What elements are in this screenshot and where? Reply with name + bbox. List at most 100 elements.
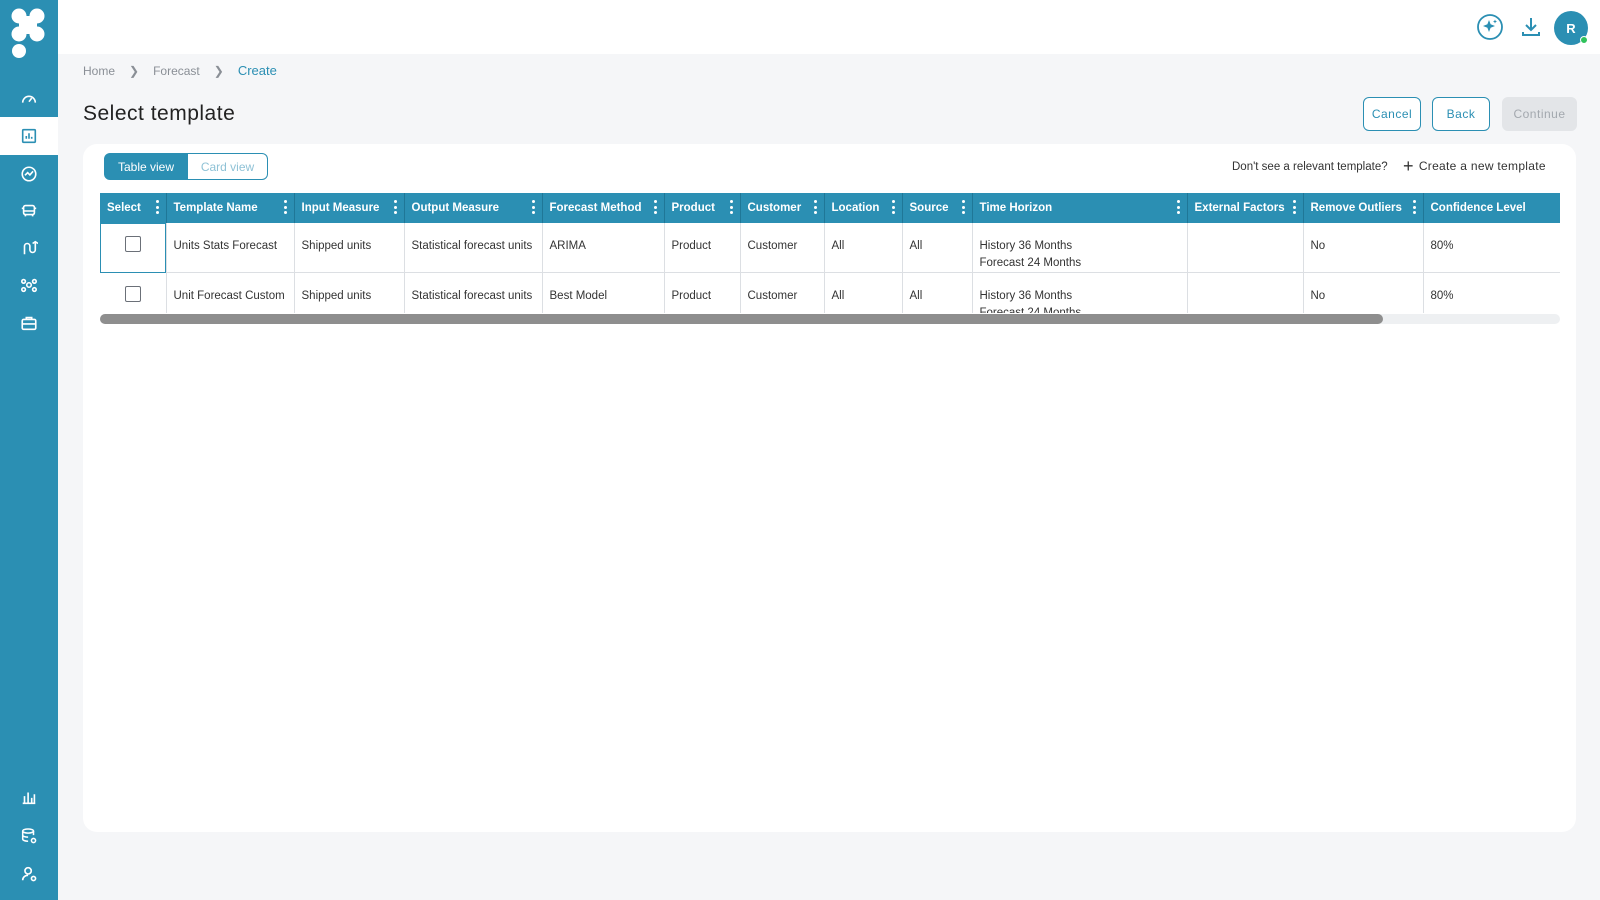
column-menu-icon[interactable] <box>156 200 160 214</box>
remove-outliers-cell: No <box>1303 223 1424 273</box>
nav-user-admin[interactable] <box>0 855 58 893</box>
column-header-remove-outliers[interactable]: Remove Outliers <box>1303 193 1424 223</box>
forecast-method-cell: Best Model <box>542 272 665 313</box>
card-view-tab[interactable]: Card view <box>188 153 268 180</box>
nav-logistics[interactable] <box>0 192 58 230</box>
location-cell: All <box>824 223 903 273</box>
output-measure-cell: Statistical forecast units <box>404 272 543 313</box>
time-horizon-cell: History 36 Months Forecast 24 Months <box>972 223 1188 273</box>
breadcrumb-current: Create <box>237 63 277 78</box>
column-header-source[interactable]: Source <box>902 193 973 223</box>
column-header-external-factors[interactable]: External Factors <box>1187 193 1304 223</box>
nav-flows[interactable] <box>0 229 58 267</box>
template-name-cell: Unit Forecast Custom <box>166 272 295 313</box>
sidebar <box>0 0 58 900</box>
external-factors-cell <box>1187 272 1304 313</box>
template-card: Table view Card view Don't see a relevan… <box>83 144 1576 832</box>
customer-cell: Customer <box>740 272 825 313</box>
create-new-template-label: Create a new template <box>1418 159 1546 173</box>
column-header-select[interactable]: Select <box>100 193 167 223</box>
column-menu-icon[interactable] <box>962 200 966 214</box>
source-cell: All <box>902 223 973 273</box>
column-header-location[interactable]: Location <box>824 193 903 223</box>
download-button[interactable] <box>1516 12 1546 42</box>
ai-assistant-button[interactable] <box>1475 12 1505 42</box>
table-row[interactable]: Unit Forecast Custom Shipped units Stati… <box>100 272 1560 313</box>
column-header-template-name[interactable]: Template Name <box>166 193 295 223</box>
chevron-right-icon: ❯ <box>129 63 140 78</box>
nav-portfolio[interactable] <box>0 304 58 342</box>
view-toggle: Table view Card view <box>104 153 268 180</box>
remove-outliers-cell: No <box>1303 272 1424 313</box>
top-bar <box>58 0 1600 54</box>
template-name-cell: Units Stats Forecast <box>166 223 295 273</box>
column-menu-icon[interactable] <box>1177 200 1181 214</box>
scrollbar-thumb[interactable] <box>100 314 1383 324</box>
column-menu-icon[interactable] <box>284 200 288 214</box>
column-menu-icon[interactable] <box>892 200 896 214</box>
select-cell[interactable] <box>100 223 167 273</box>
time-horizon-cell: History 36 Months Forecast 24 Months <box>972 272 1188 313</box>
time-horizon-forecast: Forecast 24 Months <box>979 257 1082 269</box>
column-header-confidence-level[interactable]: Confidence Level <box>1423 193 1560 223</box>
database-settings-icon <box>21 828 37 844</box>
input-measure-cell: Shipped units <box>294 223 405 273</box>
output-measure-cell: Statistical forecast units <box>404 223 543 273</box>
time-horizon-forecast: Forecast 24 Months <box>979 307 1082 313</box>
source-cell: All <box>902 272 973 313</box>
column-menu-icon[interactable] <box>532 200 536 214</box>
column-menu-icon[interactable] <box>394 200 398 214</box>
column-menu-icon[interactable] <box>814 200 818 214</box>
input-measure-cell: Shipped units <box>294 272 405 313</box>
table-row[interactable]: Units Stats Forecast Shipped units Stati… <box>100 223 1560 273</box>
column-menu-icon[interactable] <box>1293 200 1297 214</box>
column-header-forecast-method[interactable]: Forecast Method <box>542 193 665 223</box>
network-nodes-icon <box>20 278 38 293</box>
column-menu-icon[interactable] <box>1413 200 1417 214</box>
nav-forecast-reports[interactable] <box>0 117 58 155</box>
online-status-dot <box>1580 36 1588 44</box>
column-header-input-measure[interactable]: Input Measure <box>294 193 405 223</box>
ai-sparkle-icon <box>1477 14 1503 40</box>
column-header-product[interactable]: Product <box>664 193 741 223</box>
vehicle-icon <box>21 204 37 217</box>
nav-data-settings[interactable] <box>0 817 58 855</box>
customer-cell: Customer <box>740 223 825 273</box>
plus-icon: + <box>1403 156 1414 176</box>
template-hint-text: Don't see a relevant template? <box>1232 161 1388 173</box>
templates-table: Select Template Name Input Measure Outpu… <box>100 193 1560 313</box>
breadcrumb-home[interactable]: Home <box>83 64 115 78</box>
report-chart-icon <box>21 128 37 144</box>
briefcase-icon <box>21 316 37 331</box>
breadcrumb-forecast[interactable]: Forecast <box>153 64 200 78</box>
column-menu-icon[interactable] <box>654 200 658 214</box>
create-new-template-link[interactable]: + Create a new template <box>1403 156 1546 176</box>
row-checkbox[interactable] <box>124 285 141 302</box>
row-checkbox[interactable] <box>124 235 141 252</box>
table-view-tab[interactable]: Table view <box>104 153 188 180</box>
nav-dashboard[interactable] <box>0 80 58 118</box>
bar-chart-icon <box>22 792 36 805</box>
chevron-right-icon: ❯ <box>213 63 224 78</box>
column-header-time-horizon[interactable]: Time Horizon <box>972 193 1188 223</box>
column-menu-icon[interactable] <box>730 200 734 214</box>
cancel-button[interactable]: Cancel <box>1363 97 1421 131</box>
horizontal-scrollbar[interactable] <box>100 314 1560 324</box>
location-cell: All <box>824 272 903 313</box>
app-logo[interactable] <box>10 7 48 59</box>
trend-analytics-icon <box>21 166 37 182</box>
nav-reports[interactable] <box>0 778 58 816</box>
page-title: Select template <box>83 102 236 125</box>
external-factors-cell <box>1187 223 1304 273</box>
nav-analytics[interactable] <box>0 155 58 193</box>
user-avatar[interactable]: R <box>1554 11 1588 45</box>
continue-button[interactable]: Continue <box>1502 97 1577 131</box>
forecast-method-cell: ARIMA <box>542 223 665 273</box>
confidence-level-cell: 80% <box>1423 223 1560 273</box>
back-button[interactable]: Back <box>1432 97 1490 131</box>
product-cell: Product <box>664 272 741 313</box>
nav-network[interactable] <box>0 266 58 304</box>
column-header-output-measure[interactable]: Output Measure <box>404 193 543 223</box>
select-cell[interactable] <box>100 272 167 313</box>
column-header-customer[interactable]: Customer <box>740 193 825 223</box>
